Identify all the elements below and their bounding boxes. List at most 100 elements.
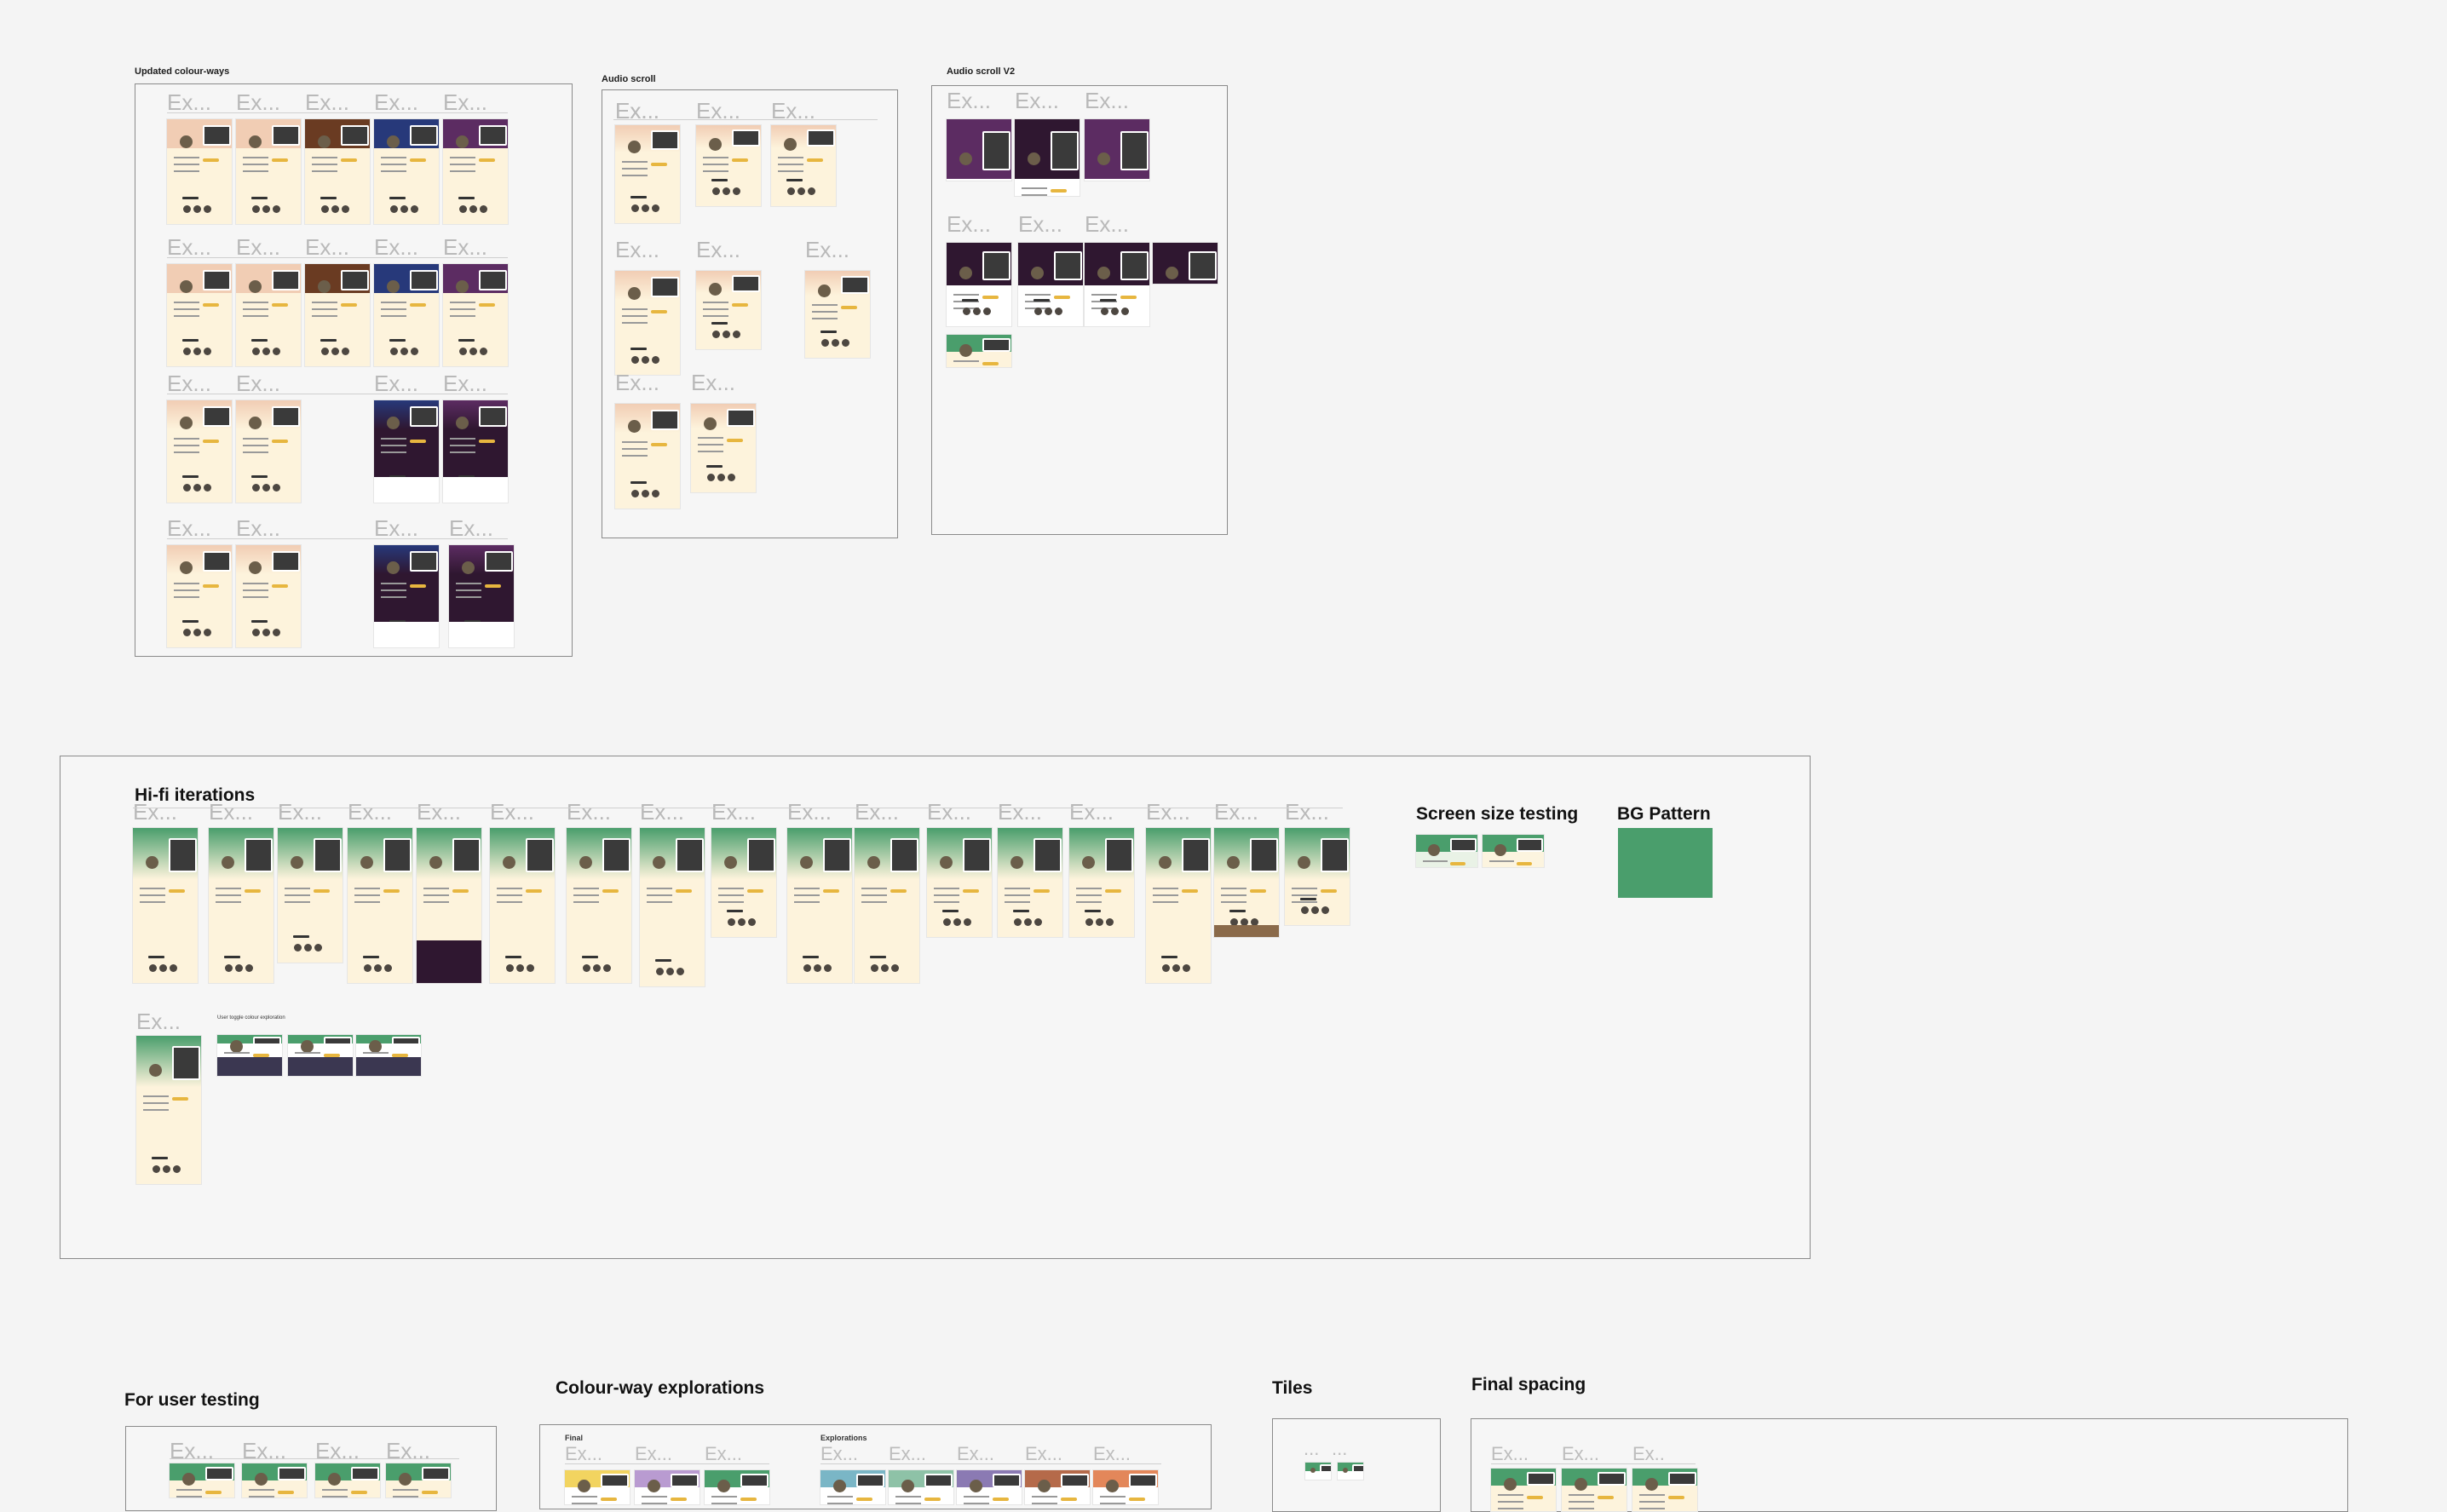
design-thumbnail[interactable] (820, 1470, 885, 1504)
design-thumbnail[interactable] (236, 545, 301, 647)
design-thumbnail[interactable] (957, 1470, 1022, 1504)
thumbnail-button (1598, 1496, 1614, 1499)
design-thumbnail[interactable] (1146, 828, 1211, 983)
design-thumbnail[interactable] (443, 264, 508, 366)
design-thumbnail[interactable] (305, 119, 370, 224)
example-label: Ex... (417, 799, 462, 825)
example-label: Ex... (236, 515, 281, 541)
design-thumbnail[interactable] (1015, 119, 1080, 196)
design-thumbnail[interactable] (1214, 828, 1279, 937)
thumbnail-avatar (1166, 267, 1178, 279)
design-thumbnail[interactable] (417, 828, 481, 983)
design-thumbnail[interactable] (927, 828, 992, 937)
design-thumbnail[interactable] (167, 264, 232, 366)
design-thumbnail[interactable] (236, 264, 301, 366)
design-thumbnail[interactable] (998, 828, 1062, 937)
design-thumbnail[interactable] (705, 1470, 769, 1504)
design-thumbnail[interactable] (889, 1470, 953, 1504)
design-thumbnail[interactable] (242, 1463, 307, 1498)
example-label: Ex... (1069, 799, 1114, 825)
design-thumbnail[interactable] (356, 1035, 421, 1076)
design-thumbnail[interactable] (305, 264, 370, 366)
thumbnail-button (993, 1498, 1009, 1501)
design-thumbnail[interactable] (1338, 1463, 1363, 1480)
design-thumbnail[interactable] (449, 545, 514, 647)
design-thumbnail[interactable] (771, 125, 836, 206)
design-thumbnail[interactable] (565, 1470, 630, 1504)
design-thumbnail[interactable] (1491, 1469, 1556, 1511)
design-thumbnail[interactable] (1085, 119, 1149, 181)
design-thumbnail[interactable] (696, 125, 761, 206)
design-thumbnail[interactable] (947, 243, 1011, 326)
design-thumbnail[interactable] (490, 828, 555, 983)
design-thumbnail[interactable] (947, 119, 1011, 181)
design-thumbnail[interactable] (696, 271, 761, 349)
thumbnail-text (1153, 894, 1179, 896)
thumbnail-avatar (318, 135, 331, 148)
design-thumbnail[interactable] (133, 828, 198, 983)
thumbnail-text (1153, 901, 1179, 903)
design-thumbnail[interactable] (348, 828, 412, 983)
design-thumbnail[interactable] (136, 1036, 201, 1184)
design-thumbnail[interactable] (1416, 835, 1477, 867)
design-thumbnail[interactable] (711, 828, 776, 937)
design-thumbnail[interactable] (1093, 1470, 1158, 1504)
design-thumbnail[interactable] (167, 545, 232, 647)
design-thumbnail[interactable] (1025, 1470, 1090, 1504)
design-thumbnail[interactable] (236, 119, 301, 224)
design-thumbnail[interactable] (1562, 1469, 1627, 1511)
thumbnail-text (174, 157, 200, 158)
design-thumbnail[interactable] (947, 335, 1011, 367)
design-thumbnail[interactable] (1285, 828, 1350, 925)
design-thumbnail[interactable] (1018, 243, 1083, 326)
design-thumbnail[interactable] (615, 404, 680, 509)
design-thumbnail[interactable] (443, 400, 508, 503)
thumbnail-text (861, 901, 888, 903)
thumbnail-photo (1527, 1472, 1555, 1486)
design-thumbnail[interactable] (374, 264, 439, 366)
thumbnail-text (1005, 888, 1031, 889)
thumbnail-photo (1250, 838, 1278, 872)
design-thumbnail[interactable] (167, 400, 232, 503)
thumbnail-photo (1105, 838, 1133, 872)
design-thumbnail[interactable] (288, 1035, 353, 1076)
design-thumbnail[interactable] (278, 828, 343, 963)
design-thumbnail[interactable] (1483, 835, 1544, 867)
design-thumbnail[interactable] (209, 828, 273, 983)
design-thumbnail[interactable] (217, 1035, 282, 1076)
design-thumbnail[interactable] (386, 1463, 451, 1498)
thumbnail-dot (304, 944, 312, 951)
design-thumbnail[interactable] (635, 1470, 700, 1504)
design-thumbnail[interactable] (315, 1463, 380, 1498)
design-thumbnail[interactable] (170, 1463, 234, 1498)
bg-pattern-swatch[interactable] (1618, 828, 1713, 898)
design-thumbnail[interactable] (167, 119, 232, 224)
design-thumbnail[interactable] (640, 828, 705, 986)
design-thumbnail[interactable] (615, 271, 680, 375)
thumbnail-avatar (399, 1473, 412, 1486)
thumbnail-dot (631, 204, 639, 212)
design-thumbnail[interactable] (374, 400, 439, 503)
design-thumbnail[interactable] (1305, 1463, 1331, 1480)
design-thumbnail[interactable] (691, 404, 756, 492)
design-thumbnail[interactable] (1153, 243, 1218, 284)
design-thumbnail[interactable] (236, 400, 301, 503)
thumbnail-footer (449, 622, 514, 647)
thumbnail-text (312, 157, 338, 158)
thumbnail-photo (422, 1467, 450, 1480)
design-thumbnail[interactable] (1632, 1469, 1697, 1511)
design-thumbnail[interactable] (374, 119, 439, 224)
design-thumbnail[interactable] (1085, 243, 1149, 326)
design-thumbnail[interactable] (855, 828, 919, 983)
design-thumbnail[interactable] (1069, 828, 1134, 937)
design-thumbnail[interactable] (615, 125, 680, 223)
design-thumbnail[interactable] (374, 545, 439, 647)
thumbnail-bar (1013, 910, 1029, 912)
design-thumbnail[interactable] (805, 271, 870, 358)
thumbnail-dot (1034, 308, 1042, 315)
design-thumbnail[interactable] (787, 828, 852, 983)
thumbnail-text (216, 901, 242, 903)
thumbnail-button (272, 303, 288, 307)
design-thumbnail[interactable] (443, 119, 508, 224)
design-thumbnail[interactable] (567, 828, 631, 983)
